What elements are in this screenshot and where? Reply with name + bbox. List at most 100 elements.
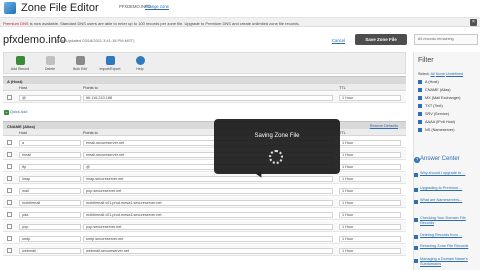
answer-link[interactable]: Upgrading to Premium ...	[420, 186, 478, 191]
close-notice-button[interactable]: ×	[470, 19, 477, 26]
answer-link[interactable]: What are Nameservers...	[420, 198, 478, 203]
change-zone-link[interactable]: change zone	[145, 4, 169, 9]
quick-add-link[interactable]: Quick Add	[10, 110, 27, 114]
answer-link[interactable]: Restoring Zone File Records	[420, 244, 478, 249]
answer-link[interactable]: Managing a Domain Name's Subdomains	[420, 257, 478, 267]
document-icon	[414, 218, 418, 222]
ttl-field[interactable]: 1 Hour	[339, 95, 401, 101]
delete-record-button[interactable]: Delete	[36, 55, 64, 73]
host-field[interactable]: webmail	[19, 248, 81, 254]
points-to-field[interactable]: smtp.secureserver.net	[83, 236, 333, 242]
add-record-button[interactable]: Add Record	[6, 55, 34, 73]
points-to-field[interactable]: webmail.secureserver.net	[83, 248, 333, 254]
save-zone-file-button[interactable]: Save Zone File	[355, 34, 407, 45]
bulk-edit-button[interactable]: Bulk Edit	[66, 55, 94, 73]
points-to-field[interactable]: imap.secureserver.net	[83, 176, 333, 182]
filter-mx[interactable]: MX (Mail Exchanger)	[418, 96, 460, 103]
points-to-field[interactable]: 66.116.210.188	[83, 95, 333, 101]
answer-link[interactable]: Why should I upgrade to ...	[420, 171, 478, 176]
restore-defaults-link[interactable]: Restore Defaults	[370, 124, 398, 128]
answer-link[interactable]: Checking Your Domain File Records	[420, 216, 478, 226]
answer-center-heading: Answer Center	[420, 156, 460, 162]
add-record-icon	[15, 56, 25, 65]
filter-txt[interactable]: TXT (Text)	[418, 104, 443, 111]
host-field[interactable]: ftp	[19, 164, 81, 170]
row-checkbox[interactable]	[7, 224, 12, 229]
filter-aaaa[interactable]: AAAA (IPv6 Host)	[418, 120, 455, 127]
row-checkbox[interactable]	[7, 95, 12, 100]
row-checkbox[interactable]	[7, 212, 12, 217]
cname-record-row[interactable]: email email.secureserver.net 1 Hour	[3, 149, 406, 160]
help-button[interactable]: Help	[126, 55, 154, 73]
ttl-field[interactable]: 1 Hour	[339, 200, 401, 206]
row-checkbox[interactable]	[7, 152, 12, 157]
cname-record-row[interactable]: pop pop.secureserver.net 1 Hour	[3, 221, 406, 232]
checkbox-icon[interactable]	[418, 112, 422, 116]
select-none-link[interactable]: None	[436, 72, 445, 76]
cname-record-row[interactable]: smtp smtp.secureserver.net 1 Hour	[3, 233, 406, 244]
checkbox-icon[interactable]	[418, 120, 422, 124]
a-host-section-header[interactable]: A (Host)	[3, 76, 406, 84]
host-field[interactable]: pda	[19, 212, 81, 218]
cancel-link[interactable]: Cancel	[332, 38, 345, 43]
row-checkbox[interactable]	[7, 200, 12, 205]
row-checkbox[interactable]	[7, 164, 12, 169]
filter-ns[interactable]: NS (Nameserver)	[418, 128, 455, 135]
ttl-field[interactable]: 1 Hour	[339, 188, 401, 194]
cname-record-row[interactable]: pda mobilemail.v01.prod.mesa1.secureserv…	[3, 209, 406, 220]
cname-record-row[interactable]: a email.secureserver.net 1 Hour	[3, 137, 406, 148]
notice-text: Premium DNS is now available. Standard D…	[3, 21, 300, 26]
ttl-field[interactable]: 1 Hour	[339, 164, 401, 170]
points-to-field[interactable]: pop.secureserver.net	[83, 224, 333, 230]
checkbox-icon[interactable]	[418, 96, 422, 100]
ttl-field[interactable]: 1 Hour	[339, 224, 401, 230]
filter-cname[interactable]: CNAME (Alias)	[418, 88, 451, 95]
answer-link[interactable]: Deleting Records from ...	[420, 233, 478, 238]
host-field[interactable]: email	[19, 152, 81, 158]
host-field[interactable]: pop	[19, 224, 81, 230]
row-checkbox[interactable]	[7, 188, 12, 193]
filter-a-host[interactable]: A (Host)	[418, 80, 439, 87]
select-all-link[interactable]: All	[430, 72, 434, 76]
ttl-field[interactable]: 1 Hour	[339, 152, 401, 158]
host-field[interactable]: imap	[19, 176, 81, 182]
cname-section-header[interactable]: CNAME (Alias) Restore Defaults	[3, 121, 406, 129]
cname-record-row[interactable]: mail pop.secureserver.net 1 Hour	[3, 185, 406, 196]
host-field[interactable]: a	[19, 140, 81, 146]
cname-record-row[interactable]: imap imap.secureserver.net 1 Hour	[3, 173, 406, 184]
host-field[interactable]: @	[19, 95, 81, 101]
host-field[interactable]: mail	[19, 188, 81, 194]
cname-column-header: Host Points to TTL	[3, 129, 406, 136]
points-to-field[interactable]: pop.secureserver.net	[83, 188, 333, 194]
host-field[interactable]: mobilemail	[19, 200, 81, 206]
document-icon	[414, 173, 418, 177]
a-record-row[interactable]: @ 66.116.210.188 1 Hour	[3, 92, 406, 103]
ttl-field[interactable]: 1 Hour	[339, 236, 401, 242]
cname-record-row[interactable]: webmail webmail.secureserver.net 1 Hour	[3, 245, 406, 256]
quick-add-icon[interactable]: +	[4, 110, 9, 115]
checkbox-icon[interactable]	[418, 128, 422, 132]
points-to-field[interactable]: mobilemail.v01.prod.mesa1.secureserver.n…	[83, 212, 333, 218]
ttl-field[interactable]: 1 Hour	[339, 140, 401, 146]
filter-srv[interactable]: SRV (Service)	[418, 112, 449, 119]
checkbox-icon[interactable]	[418, 104, 422, 108]
premium-dns-link[interactable]: Premium DNS	[3, 21, 29, 26]
ttl-field[interactable]: 1 Hour	[339, 212, 401, 218]
row-checkbox[interactable]	[7, 176, 12, 181]
import-export-icon	[105, 56, 115, 65]
checkbox-icon[interactable]	[418, 88, 422, 92]
select-undefined-link[interactable]: Undefined	[446, 72, 463, 76]
page-title: Zone File Editor	[21, 2, 99, 14]
row-checkbox[interactable]	[7, 140, 12, 145]
ttl-field[interactable]: 1 Hour	[339, 248, 401, 254]
points-to-field[interactable]: mobilemail.v01.prod.mesa1.secureserver.n…	[83, 200, 333, 206]
checkbox-icon[interactable]	[418, 80, 422, 84]
cname-record-row[interactable]: mobilemail mobilemail.v01.prod.mesa1.sec…	[3, 197, 406, 208]
ttl-field[interactable]: 1 Hour	[339, 176, 401, 182]
host-field[interactable]: smtp	[19, 236, 81, 242]
help-icon	[135, 56, 145, 65]
import-export-button[interactable]: Import/Export	[96, 55, 124, 73]
row-checkbox[interactable]	[7, 248, 12, 253]
row-checkbox[interactable]	[7, 236, 12, 241]
cname-record-row[interactable]: ftp @ 1 Hour	[3, 161, 406, 172]
